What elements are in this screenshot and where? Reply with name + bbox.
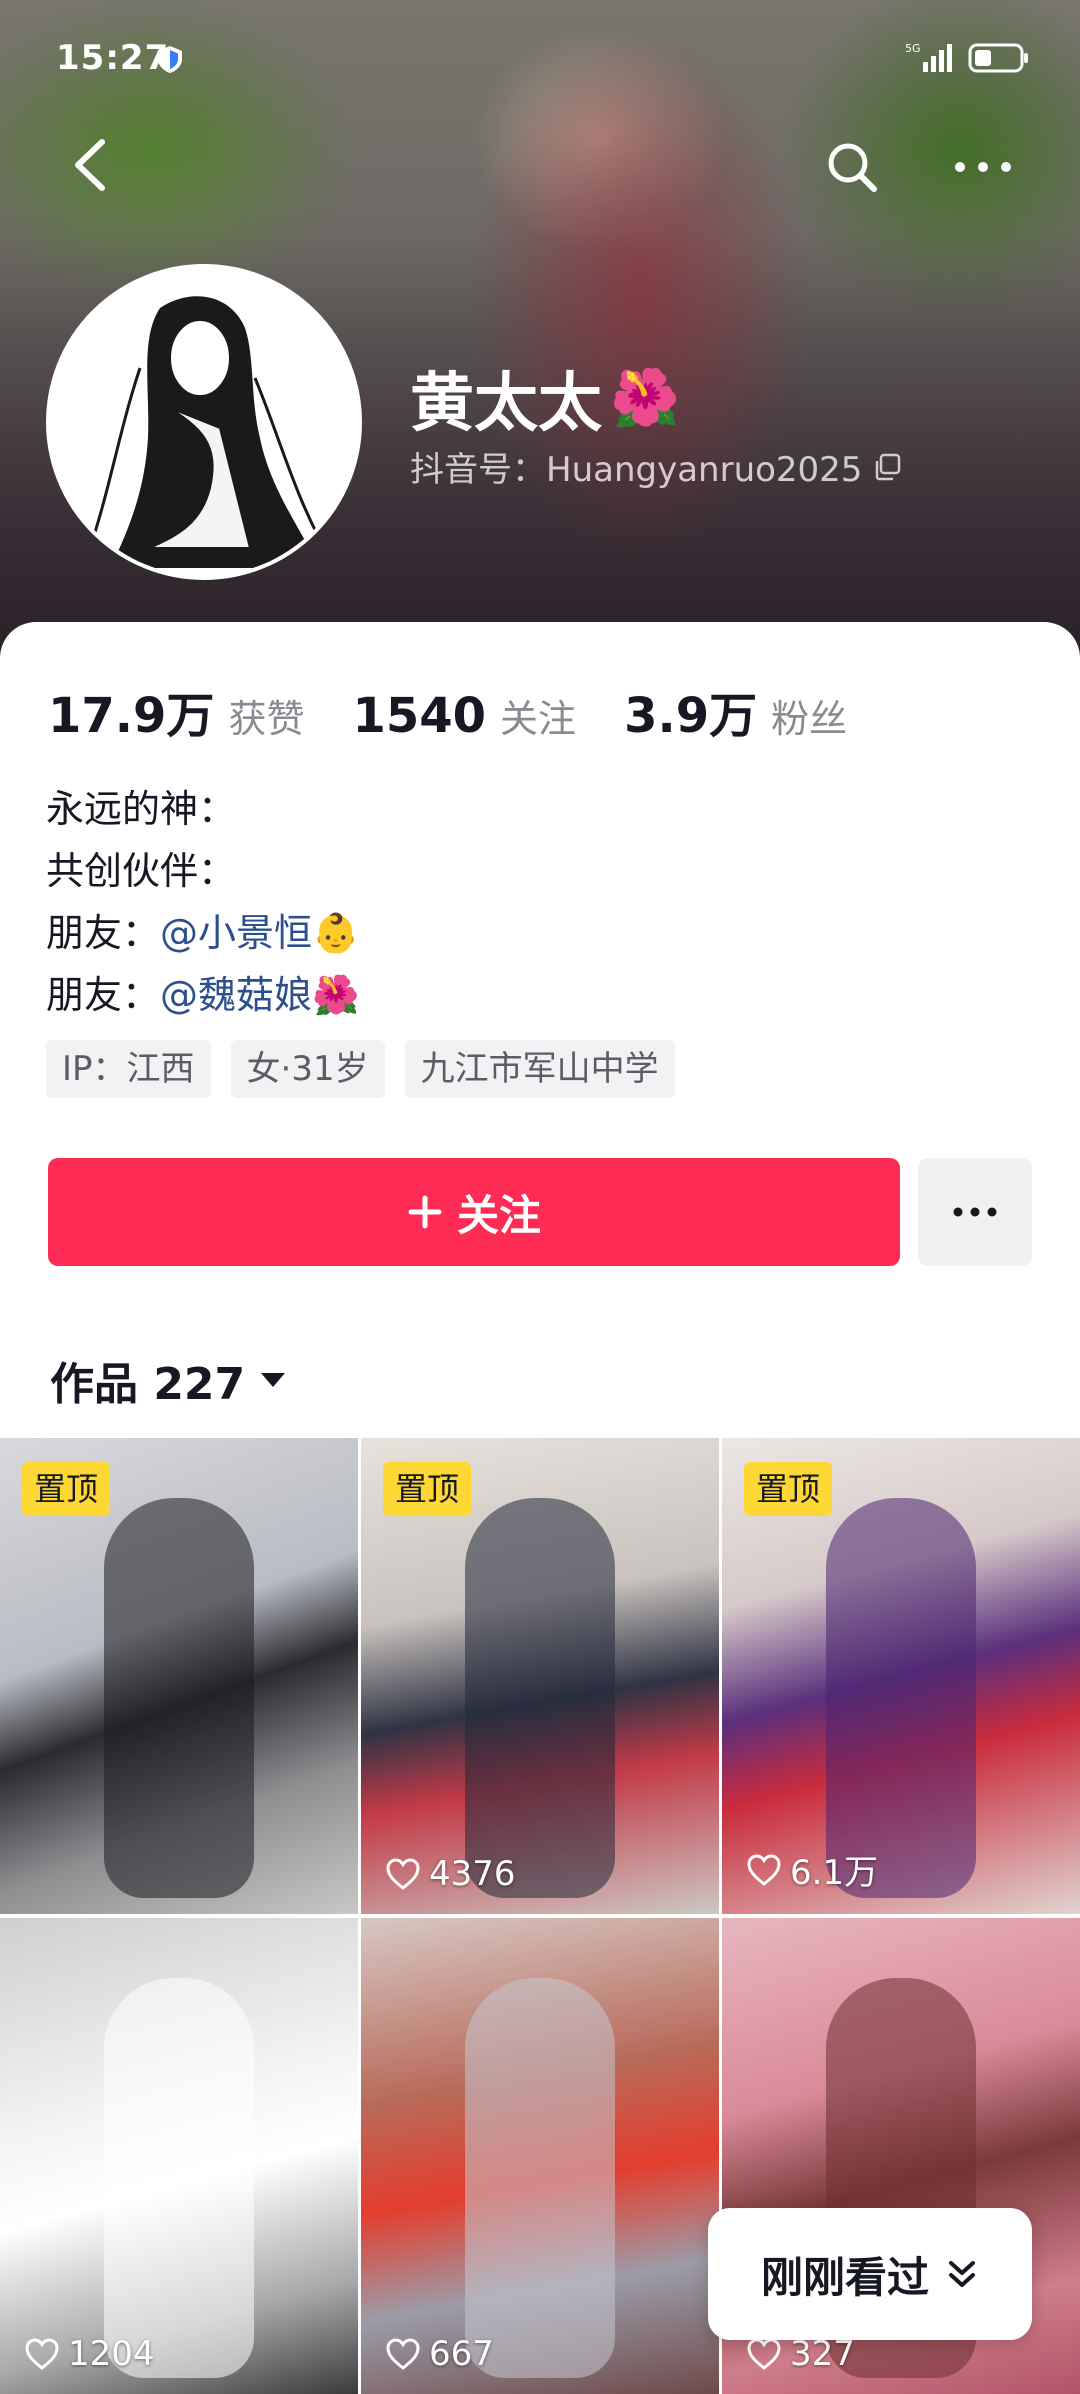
baby-emoji: 👶 (312, 911, 360, 955)
double-chevron-down-icon (949, 2261, 975, 2287)
like-count-text: 6.1万 (790, 1853, 879, 1893)
plus-icon (408, 1195, 442, 1229)
video-thumbnail[interactable]: 置顶 6.1万 (722, 1438, 1080, 1914)
caret-down-icon (261, 1373, 286, 1387)
pinned-badge: 置顶 (744, 1462, 833, 1516)
bio-prefix: 朋友： (46, 911, 161, 955)
status-time: 15:27 (56, 38, 170, 78)
bio-line: 共创伙伴： (46, 849, 237, 893)
status-bar: 15:27 5G (0, 0, 1080, 110)
heart-icon (386, 2338, 420, 2370)
more-options-icon[interactable] (950, 150, 1016, 184)
thumbnail-figure (104, 1498, 254, 1898)
like-count-text: 4376 (429, 1854, 516, 1894)
stat-value: 17.9万 (48, 688, 215, 744)
more-actions-button[interactable] (918, 1158, 1032, 1266)
shield-icon (158, 46, 182, 73)
tag-gender-age: 女·31岁 (230, 1040, 385, 1098)
bio-line: 朋友： @小景恒 👶 (46, 902, 359, 964)
battery-icon (968, 43, 1028, 73)
stat-label: 获赞 (228, 697, 305, 741)
profile-name: 黄太太 🌺 (410, 352, 680, 444)
profile-tags: IP：江西 女·31岁 九江市军山中学 (46, 1040, 675, 1098)
douyin-id: 抖音号：Huangyanruo2025 (410, 442, 902, 491)
avatar-illustration (50, 268, 358, 576)
mention-link[interactable]: @魏菇娘 (160, 964, 312, 1026)
like-count-text: 327 (790, 2334, 855, 2374)
copy-icon[interactable] (872, 452, 902, 482)
heart-icon (747, 2338, 781, 2370)
bio-line: 永远的神： (46, 787, 237, 831)
back-icon[interactable] (60, 130, 120, 200)
thumbnail-figure (826, 1498, 976, 1898)
heart-icon (386, 1858, 420, 1890)
stat-label: 粉丝 (771, 697, 848, 741)
stat-likes[interactable]: 17.9万 获赞 (48, 676, 304, 746)
like-count: 6.1万 (746, 1845, 878, 1894)
profile-name-text: 黄太太 (410, 367, 602, 441)
mention-link[interactable]: @小景恒 (160, 902, 312, 964)
stat-value: 3.9万 (624, 688, 758, 744)
flower-emoji: 🌺 (610, 366, 680, 431)
douyin-id-text: 抖音号：Huangyanruo2025 (410, 450, 863, 490)
recently-viewed-label: 刚刚看过 (760, 2252, 929, 2302)
pinned-badge: 置顶 (22, 1462, 111, 1516)
avatar[interactable] (46, 264, 362, 580)
heart-icon (747, 1853, 781, 1886)
like-count: 327 (746, 2334, 855, 2374)
thumbnail-figure (465, 1498, 615, 1898)
flower-emoji: 🌺 (312, 973, 360, 1017)
like-count-text: 1204 (68, 2334, 155, 2374)
like-count: 667 (385, 2334, 494, 2374)
like-count: 1204 (24, 2334, 155, 2374)
pinned-badge: 置顶 (383, 1462, 472, 1516)
like-count: 4376 (385, 1854, 516, 1894)
stat-value: 1540 (352, 688, 487, 744)
recently-viewed-button[interactable]: 刚刚看过 (708, 2208, 1032, 2340)
thumbnail-figure (104, 1978, 254, 2378)
heart-icon (25, 2338, 59, 2370)
bio: 永远的神： 共创伙伴： 朋友： @小景恒 👶 朋友： @魏菇娘 🌺 (46, 778, 359, 1026)
bio-prefix: 朋友： (46, 973, 161, 1017)
bio-line: 朋友： @魏菇娘 🌺 (46, 964, 359, 1026)
signal-icon: 5G (905, 42, 952, 72)
profile-stats: 17.9万 获赞 1540 关注 3.9万 粉丝 (48, 676, 895, 746)
like-count-text: 667 (429, 2334, 494, 2374)
search-icon[interactable] (820, 135, 884, 199)
video-thumbnail[interactable]: 置顶 4376 (361, 1438, 719, 1914)
video-thumbnail[interactable]: 1204 (0, 1918, 358, 2394)
follow-label: 关注 (456, 1190, 541, 1240)
stat-following[interactable]: 1540 关注 (352, 688, 576, 744)
tag-ip: IP：江西 (46, 1040, 211, 1098)
tag-school[interactable]: 九江市军山中学 (404, 1040, 675, 1098)
network-type: 5G (905, 42, 921, 55)
ellipsis-icon (953, 1207, 997, 1217)
follow-button[interactable]: 关注 (48, 1158, 900, 1266)
stat-label: 关注 (500, 697, 577, 741)
works-tab[interactable]: 作品 227 (50, 1348, 287, 1412)
works-label: 作品 227 (50, 1359, 246, 1410)
thumbnail-figure (465, 1978, 615, 2378)
stat-followers[interactable]: 3.9万 粉丝 (624, 676, 847, 746)
video-thumbnail[interactable]: 置顶 (0, 1438, 358, 1914)
video-thumbnail[interactable]: 667 (361, 1918, 719, 2394)
